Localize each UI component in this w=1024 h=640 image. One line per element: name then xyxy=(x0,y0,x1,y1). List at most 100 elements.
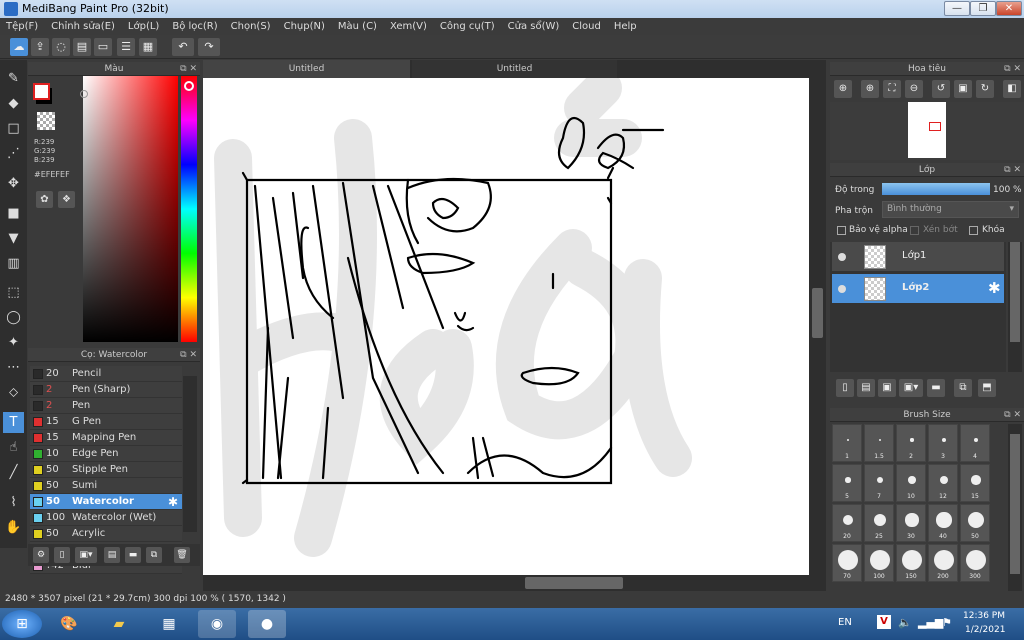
menu-help[interactable]: Help xyxy=(614,21,637,32)
hand-tool-icon[interactable]: ✋ xyxy=(3,517,24,538)
brush-size-option[interactable]: 100 xyxy=(864,544,894,582)
language-indicator[interactable]: EN xyxy=(838,617,852,628)
panel-close-icon[interactable]: ⧉ ✕ xyxy=(1004,408,1021,422)
comment-list-icon[interactable]: ▤ xyxy=(73,38,91,56)
upload-icon[interactable]: ⇪ xyxy=(31,38,49,56)
layer-row-1[interactable]: Lớp1 xyxy=(832,242,1004,272)
menu-select[interactable]: Chọn(S) xyxy=(231,21,271,32)
operation-tool-icon[interactable]: ☝ xyxy=(3,437,24,458)
panel-close-icon[interactable]: ⧉ ✕ xyxy=(180,62,197,76)
comment-icon[interactable]: ◌ xyxy=(52,38,70,56)
document-icon[interactable]: ▭ xyxy=(94,38,112,56)
reset-rotate-icon[interactable]: ▣ xyxy=(954,80,972,98)
start-button-icon[interactable]: ⊞ xyxy=(2,610,42,638)
brush-size-option[interactable]: 25 xyxy=(864,504,894,542)
color-picker-icon[interactable]: ❖ xyxy=(58,191,75,208)
menu-layer[interactable]: Lớp(L) xyxy=(128,21,159,32)
gradient-tool-icon[interactable]: ▥ xyxy=(3,253,24,274)
brush-size-option[interactable]: 70 xyxy=(832,544,862,582)
transparent-swatch[interactable] xyxy=(37,112,55,130)
layer-settings-gear-icon[interactable]: ✱ xyxy=(988,279,1001,297)
brush-settings-icon[interactable]: ⚙ xyxy=(33,547,49,563)
brush-size-option[interactable]: 10 xyxy=(896,464,926,502)
brush-size-option[interactable]: 40 xyxy=(928,504,958,542)
list-icon[interactable]: ☰ xyxy=(117,38,135,56)
rect-select-icon[interactable]: ⬚ xyxy=(3,282,24,303)
brush-size-option[interactable]: 20 xyxy=(832,504,862,542)
move-tool-icon[interactable]: ✥ xyxy=(3,173,24,194)
menu-snap[interactable]: Chụp(N) xyxy=(284,21,325,32)
file-explorer-icon[interactable]: ▰ xyxy=(100,610,138,638)
network-icon[interactable]: ▂▄▆ xyxy=(918,616,943,629)
brush-item[interactable]: 50 Acrylic xyxy=(30,526,182,542)
duplicate-brush-icon[interactable]: ⧉ xyxy=(146,547,162,563)
brush-size-option[interactable]: 50 xyxy=(960,504,990,542)
shape-tool-icon[interactable]: □ xyxy=(3,118,24,139)
new-brush-icon[interactable]: ▯ xyxy=(54,547,70,563)
brush-folder-icon[interactable]: ▬ xyxy=(125,547,141,563)
layer-folder-icon[interactable]: ▬ xyxy=(927,379,945,397)
zoom-out-icon[interactable]: ⊖ xyxy=(905,80,923,98)
panel-close-icon[interactable]: ⧉ ✕ xyxy=(180,348,197,362)
brush-item[interactable]: 50 Sumi xyxy=(30,478,182,494)
dot-tool-icon[interactable]: ⋰ xyxy=(3,143,24,164)
lock-checkbox[interactable] xyxy=(969,226,978,235)
brush-size-option[interactable]: 4 xyxy=(960,424,990,462)
brush-item[interactable]: 50 Stipple Pen xyxy=(30,462,182,478)
brush-item[interactable]: 100 Watercolor (Wet) xyxy=(30,510,182,526)
new-halftone-layer-icon[interactable]: ▤ xyxy=(857,379,875,397)
undo-icon[interactable]: ↶ xyxy=(172,38,194,56)
flip-icon[interactable]: ◧ xyxy=(1003,80,1021,98)
tab-untitled-2[interactable]: Untitled xyxy=(412,60,617,78)
duplicate-layer-icon[interactable]: ⧉ xyxy=(954,379,972,397)
brush-size-option[interactable]: 15 xyxy=(960,464,990,502)
menu-filter[interactable]: Bộ lọc(R) xyxy=(172,21,217,32)
brush-size-option[interactable]: 1 xyxy=(832,424,862,462)
brush-size-option[interactable]: 12 xyxy=(928,464,958,502)
clock-time[interactable]: 12:36 PM xyxy=(963,611,1005,621)
zoom-in-2-icon[interactable]: ⊕ xyxy=(861,80,879,98)
brush-item[interactable]: 50 Watercolor ✱ xyxy=(30,494,182,510)
brush-settings-gear-icon[interactable]: ✱ xyxy=(168,495,178,509)
tab-untitled-1[interactable]: Untitled xyxy=(203,60,410,78)
select-pen-icon[interactable]: ⋯ xyxy=(3,357,24,378)
horizontal-scroll-thumb[interactable] xyxy=(525,577,623,589)
menu-cloud[interactable]: Cloud xyxy=(572,21,601,32)
palette-icon[interactable]: ✿ xyxy=(36,191,53,208)
clock-date[interactable]: 1/2/2021 xyxy=(965,625,1005,635)
magic-wand-icon[interactable]: ✦ xyxy=(3,332,24,353)
brush-item[interactable]: 20 Pencil xyxy=(30,366,182,382)
delete-brush-icon[interactable]: 🗑 xyxy=(174,547,190,563)
navigator-preview[interactable] xyxy=(908,102,946,158)
chrome-browser-icon[interactable]: ◉ xyxy=(198,610,236,638)
cloud-icon[interactable]: ☁ xyxy=(10,38,28,56)
opacity-slider[interactable] xyxy=(882,183,990,195)
menu-tools[interactable]: Công cụ(T) xyxy=(440,21,495,32)
navigator-viewport[interactable] xyxy=(929,122,941,131)
brush-size-option[interactable]: 3 xyxy=(928,424,958,462)
volume-icon[interactable]: 🔈 xyxy=(898,616,912,629)
brush-item[interactable]: 15 Mapping Pen xyxy=(30,430,182,446)
brush-size-option[interactable]: 1.5 xyxy=(864,424,894,462)
brush-tool-icon[interactable]: ✎ xyxy=(3,68,24,89)
menu-window[interactable]: Cửa sổ(W) xyxy=(508,21,560,32)
eyedropper-tool-icon[interactable]: ⌇ xyxy=(3,492,24,513)
saturation-value-picker[interactable] xyxy=(83,76,178,342)
blend-mode-select[interactable]: Bình thường ▾ xyxy=(882,201,1019,218)
text-tool-icon[interactable]: T xyxy=(3,412,24,433)
canvas-vertical-scrollbar[interactable] xyxy=(809,78,826,575)
brush-item[interactable]: 2 Pen (Sharp) xyxy=(30,382,182,398)
maximize-button[interactable]: ❐ xyxy=(970,1,996,16)
app-grid-icon[interactable]: ▦ xyxy=(150,610,188,638)
minimize-button[interactable]: — xyxy=(944,1,970,16)
vertical-scroll-thumb[interactable] xyxy=(812,288,823,338)
protect-alpha-checkbox[interactable] xyxy=(837,226,846,235)
brush-properties-icon[interactable]: ▤ xyxy=(104,547,120,563)
visibility-eye-icon[interactable] xyxy=(838,285,846,293)
brush-list-scrollbar[interactable] xyxy=(183,376,197,532)
menu-edit[interactable]: Chỉnh sửa(E) xyxy=(51,21,115,32)
brush-size-scrollbar[interactable] xyxy=(1008,424,1022,591)
eraser-tool-icon[interactable]: ◆ xyxy=(3,93,24,114)
add-brush-icon[interactable]: ▣▾ xyxy=(75,547,97,563)
clipping-checkbox[interactable] xyxy=(910,226,919,235)
